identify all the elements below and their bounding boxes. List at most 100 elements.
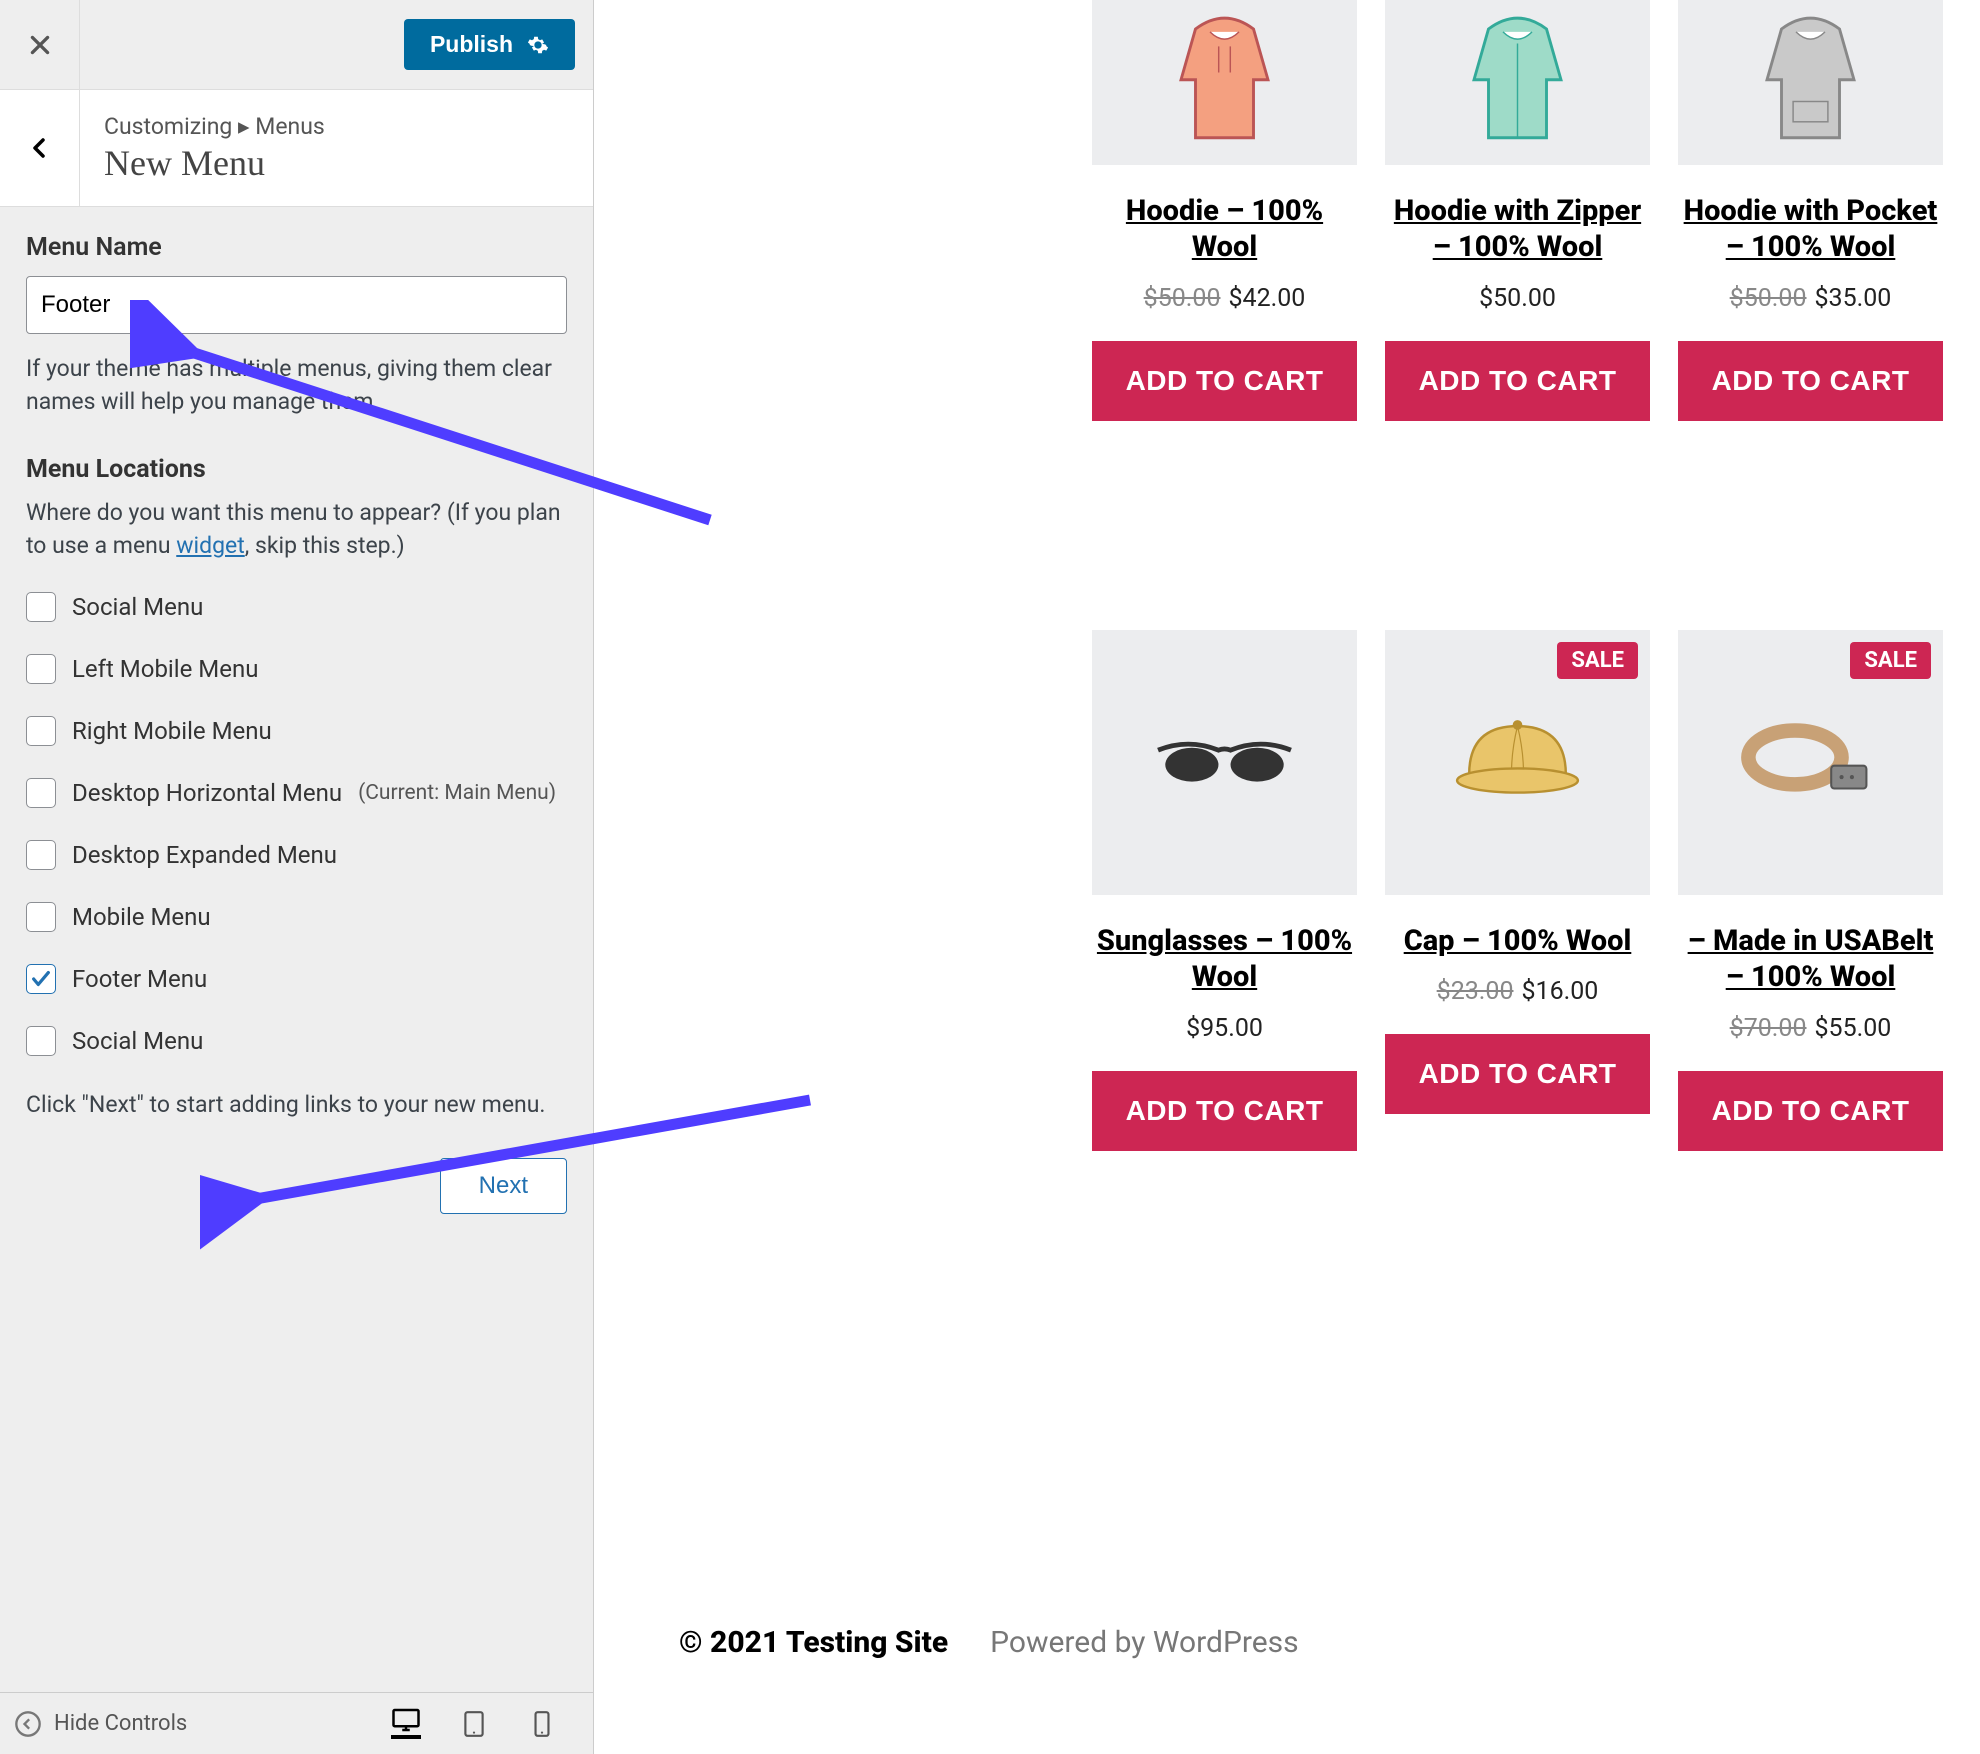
- product-image[interactable]: SALE: [1678, 630, 1943, 895]
- checkbox-icon: [26, 654, 56, 684]
- product-card: Hoodie – 100% Wool $50.00 $42.00 ADD TO CAR…: [1092, 0, 1357, 421]
- checkbox-icon: [26, 902, 56, 932]
- desktop-icon: [391, 1707, 421, 1733]
- customizer-bottom-bar: Hide Controls: [0, 1692, 593, 1754]
- product-card: SALE– Made in USABelt – 100% Wool$70.00$…: [1678, 630, 1943, 1151]
- add-to-cart-button[interactable]: ADD TO CART: [1678, 1071, 1943, 1151]
- product-name-link[interactable]: – Made in USABelt – 100% Wool: [1678, 923, 1943, 996]
- current-price: $35.00: [1815, 284, 1892, 313]
- product-price: $50.00: [1479, 284, 1556, 313]
- menu-location-checkbox[interactable]: Desktop Horizontal Menu (Current: Main M…: [26, 778, 567, 808]
- checkbox-icon: [26, 840, 56, 870]
- close-icon: [27, 32, 53, 58]
- product-image[interactable]: [1092, 630, 1357, 895]
- add-to-cart-button[interactable]: ADD TO CART: [1678, 341, 1943, 421]
- product-card: SALE Cap – 100% Wool $23.00$16.00 ADD TO CA…: [1385, 630, 1650, 1151]
- mobile-icon: [533, 1710, 551, 1738]
- current-price: $95.00: [1186, 1014, 1263, 1043]
- publish-button[interactable]: Publish: [404, 19, 575, 70]
- publish-label: Publish: [430, 31, 513, 58]
- add-to-cart-button[interactable]: ADD TO CART: [1385, 1034, 1650, 1114]
- product-name-link[interactable]: Hoodie with Zipper – 100% Wool: [1385, 193, 1650, 266]
- add-to-cart-button[interactable]: ADD TO CART: [1092, 341, 1357, 421]
- menu-location-checkbox[interactable]: Desktop Expanded Menu: [26, 840, 567, 870]
- menu-location-checkbox[interactable]: Footer Menu: [26, 964, 567, 994]
- add-to-cart-button[interactable]: ADD TO CART: [1092, 1071, 1357, 1151]
- product-name-link[interactable]: Cap – 100% Wool: [1404, 923, 1632, 959]
- checkbox-icon: [26, 1026, 56, 1056]
- checkbox-label: Social Menu: [72, 1027, 203, 1055]
- add-to-cart-button[interactable]: ADD TO CART: [1385, 341, 1650, 421]
- current-price: $16.00: [1522, 977, 1599, 1006]
- checkbox-icon: [26, 592, 56, 622]
- checkbox-label: Desktop Expanded Menu: [72, 841, 337, 869]
- back-button[interactable]: [0, 90, 80, 206]
- loc-help-b: , skip this step.): [245, 532, 405, 559]
- device-desktop-button[interactable]: [391, 1709, 421, 1739]
- checkbox-label: Left Mobile Menu: [72, 655, 258, 683]
- widget-link[interactable]: widget: [176, 532, 244, 559]
- menu-location-checkbox[interactable]: Left Mobile Menu: [26, 654, 567, 684]
- menu-location-checkbox[interactable]: Social Menu: [26, 1026, 567, 1056]
- menu-location-checkbox[interactable]: Mobile Menu: [26, 902, 567, 932]
- product-card: Hoodie with Zipper – 100% Wool $50.00 ADD …: [1385, 0, 1650, 421]
- hide-controls-label: Hide Controls: [54, 1711, 187, 1736]
- product-price: $50.00 $42.00: [1144, 284, 1306, 313]
- menu-locations-list: Social Menu Left Mobile Menu Right Mobil…: [26, 592, 567, 1056]
- product-image[interactable]: [1092, 0, 1357, 165]
- next-button[interactable]: Next: [440, 1158, 567, 1214]
- product-price: $95.00: [1186, 1014, 1263, 1043]
- menu-locations-heading: Menu Locations: [26, 455, 567, 484]
- old-price: $50.00: [1730, 284, 1807, 313]
- checkbox-label: Right Mobile Menu: [72, 717, 272, 745]
- gear-icon: [527, 34, 549, 56]
- old-price: $50.00: [1144, 284, 1221, 313]
- device-mobile-button[interactable]: [527, 1709, 557, 1739]
- chevron-left-icon: [28, 134, 52, 162]
- current-price: $55.00: [1815, 1014, 1892, 1043]
- tablet-icon: [462, 1710, 486, 1738]
- device-tablet-button[interactable]: [459, 1709, 489, 1739]
- device-preview-buttons: [391, 1709, 557, 1739]
- product-name-link[interactable]: Sunglasses – 100% Wool: [1092, 923, 1357, 996]
- checkbox-icon: [26, 778, 56, 808]
- close-button[interactable]: [0, 0, 80, 90]
- menu-locations-help: Where do you want this menu to appear? (…: [26, 496, 567, 563]
- chevron-left-circle-icon: [14, 1710, 42, 1738]
- panel-body: Menu Name If your theme has multiple men…: [0, 207, 593, 1692]
- preview-pane: Hoodie – 100% Wool $50.00 $42.00 ADD TO CAR…: [594, 0, 1980, 1754]
- hide-controls-button[interactable]: Hide Controls: [14, 1710, 187, 1738]
- sale-badge: SALE: [1850, 642, 1931, 679]
- product-name-link[interactable]: Hoodie with Pocket – 100% Wool: [1678, 193, 1943, 266]
- menu-name-help: If your theme has multiple menus, giving…: [26, 352, 567, 419]
- current-price: $42.00: [1229, 284, 1306, 313]
- menu-name-input[interactable]: [26, 276, 567, 334]
- breadcrumb-title: New Menu: [104, 142, 325, 184]
- menu-location-checkbox[interactable]: Social Menu: [26, 592, 567, 622]
- breadcrumb-path: Customizing ▸ Menus: [104, 113, 325, 140]
- copyright-text: © 2021 Testing Site: [679, 1625, 948, 1660]
- product-grid-row-1: Hoodie – 100% Wool $50.00 $42.00 ADD TO CAR…: [1092, 0, 1943, 421]
- customizer-panel: Publish Customizing ▸ Menus New Menu Men…: [0, 0, 594, 1754]
- checkbox-suffix: (Current: Main Menu): [358, 781, 556, 805]
- menu-location-checkbox[interactable]: Right Mobile Menu: [26, 716, 567, 746]
- product-card: Sunglasses – 100% Wool $95.00 ADD TO CART: [1092, 630, 1357, 1151]
- product-image[interactable]: [1678, 0, 1943, 165]
- product-card: Hoodie with Pocket – 100% Wool $50.00 $35.…: [1678, 0, 1943, 421]
- menu-name-label: Menu Name: [26, 233, 567, 262]
- old-price: $70.00: [1730, 1014, 1807, 1043]
- site-footer: © 2021 Testing Site Powered by WordPress: [679, 1625, 1299, 1660]
- product-price: $50.00 $35.00: [1730, 284, 1892, 313]
- checkbox-label: Mobile Menu: [72, 903, 211, 931]
- product-name-link[interactable]: Hoodie – 100% Wool: [1092, 193, 1357, 266]
- checkbox-label: Desktop Horizontal Menu: [72, 779, 342, 807]
- checkbox-icon: [26, 716, 56, 746]
- product-price: $23.00$16.00: [1437, 977, 1599, 1006]
- checkbox-icon: [26, 964, 56, 994]
- sale-badge: SALE: [1557, 642, 1638, 679]
- breadcrumb-bar: Customizing ▸ Menus New Menu: [0, 90, 593, 207]
- powered-by-text[interactable]: Powered by WordPress: [990, 1625, 1299, 1660]
- product-price: $70.00 $55.00: [1730, 1014, 1892, 1043]
- product-image[interactable]: [1385, 0, 1650, 165]
- product-image[interactable]: SALE: [1385, 630, 1650, 895]
